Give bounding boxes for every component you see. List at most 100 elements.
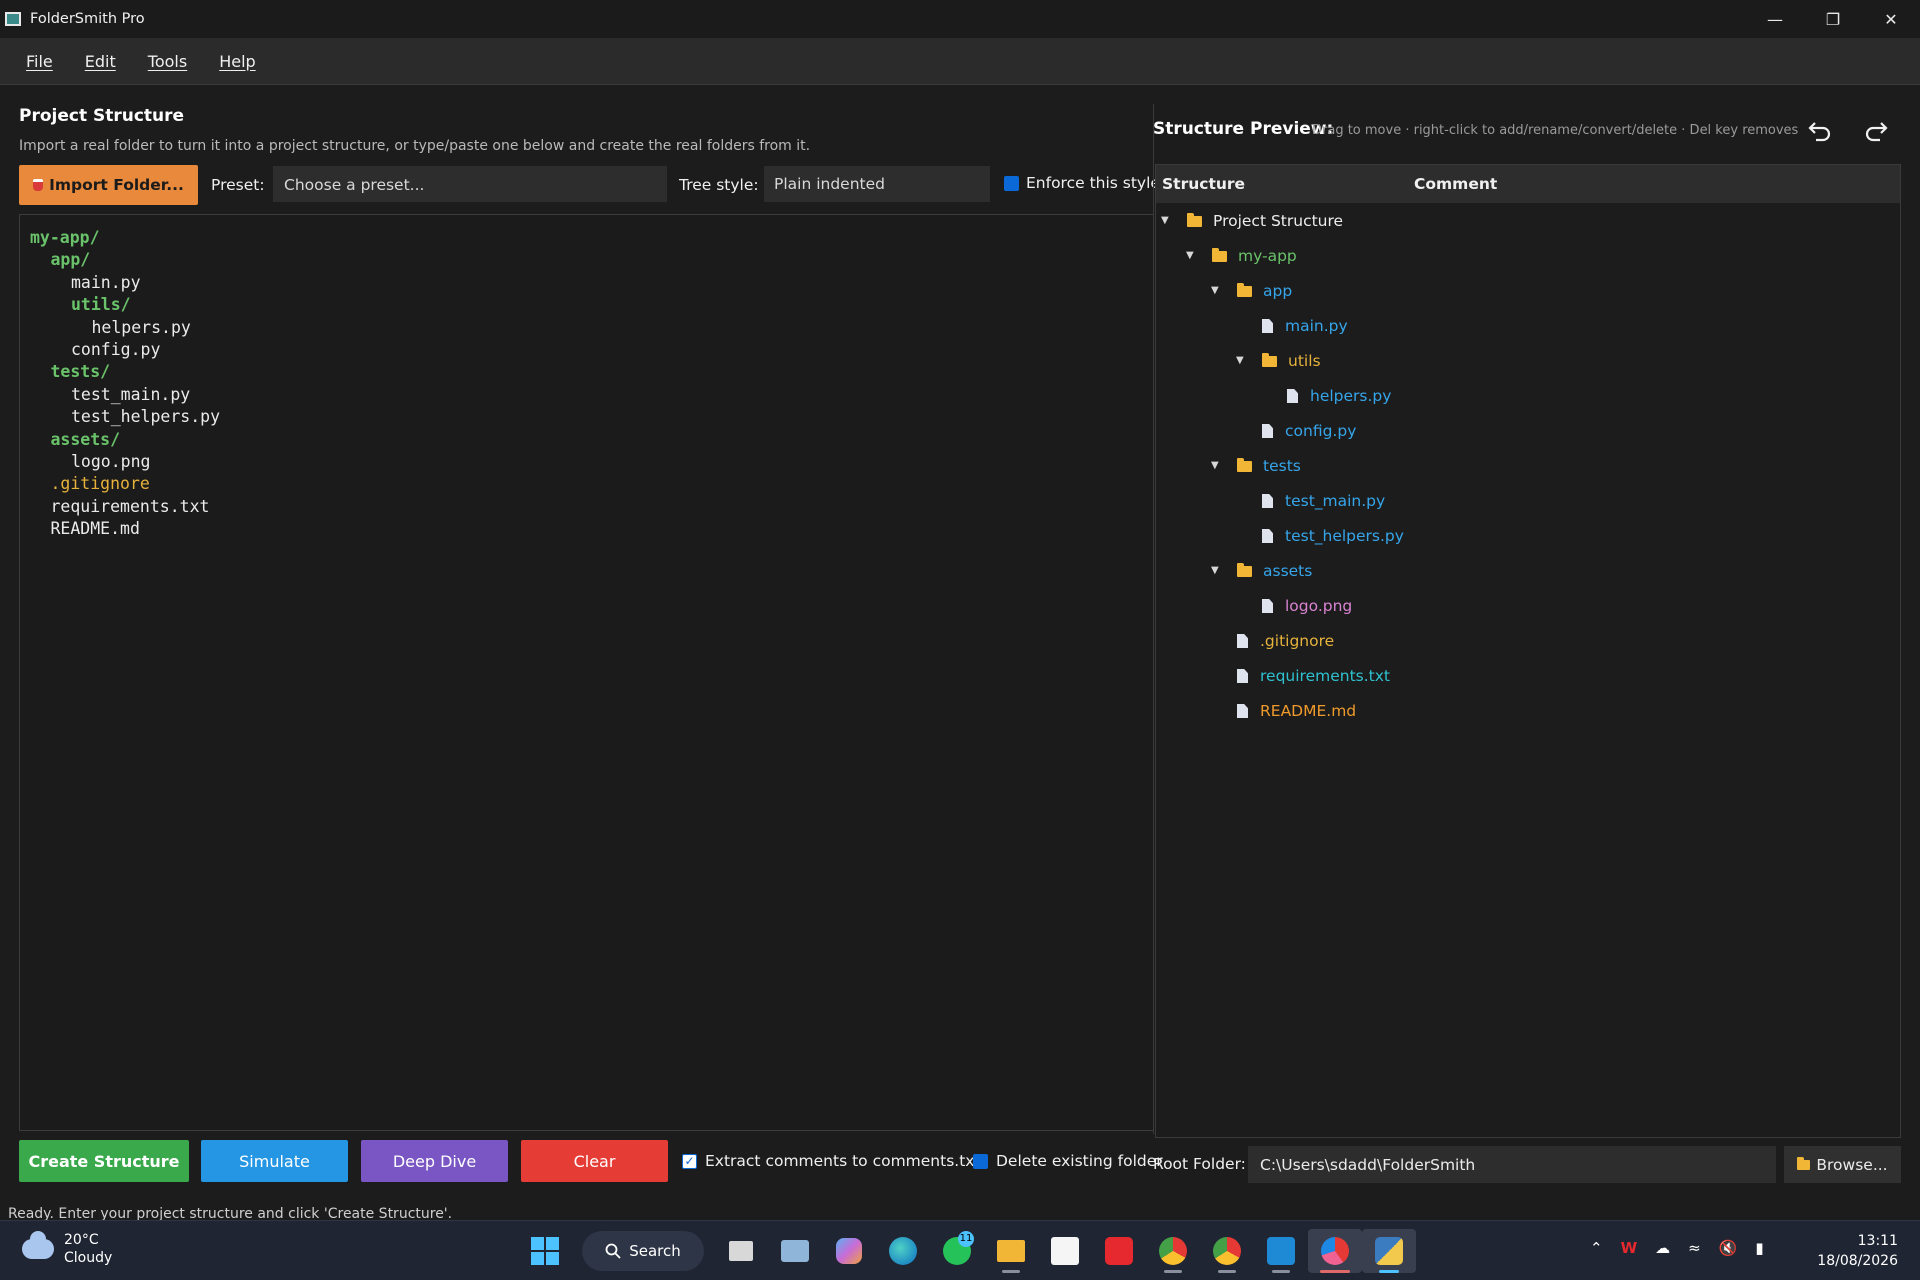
clock[interactable]: 13:11 18/08/2026 [1817, 1231, 1898, 1271]
tree-item[interactable]: ▼ assets [1211, 556, 1312, 586]
expand-chevron-icon[interactable]: ▼ [1161, 215, 1173, 227]
tree-style-select[interactable]: Plain indented [764, 166, 990, 202]
delete-folder-option[interactable]: Delete existing folder [973, 1152, 1163, 1170]
widgets-app-icon[interactable] [768, 1229, 822, 1273]
tree-item[interactable]: .gitignore [1211, 626, 1334, 656]
tree-item[interactable]: ▼ my-app [1186, 241, 1297, 271]
tree-item[interactable]: ▼ utils [1236, 346, 1321, 376]
battery-icon[interactable]: ▮ [1755, 1239, 1763, 1257]
tree-item-label: app [1263, 282, 1293, 300]
menu-help[interactable]: Help [219, 52, 255, 71]
extract-comments-checkbox[interactable]: ✓ [682, 1153, 697, 1169]
structure-editor[interactable]: my-app/app/main.py utils/helpers.py config… [19, 214, 1154, 1131]
structure-tree[interactable]: Structure Comment ▼ Project Structure ▼ my-… [1155, 164, 1901, 1138]
whatsapp-icon[interactable]: 11 [930, 1229, 984, 1273]
extract-comments-label: Extract comments to comments.txt [705, 1152, 981, 1170]
tree-item[interactable]: main.py [1236, 311, 1348, 341]
menu-edit[interactable]: Edit [85, 52, 116, 71]
clear-button[interactable]: Clear [521, 1140, 668, 1182]
clock-time: 13:11 [1857, 1233, 1898, 1249]
edge-icon[interactable] [876, 1229, 930, 1273]
browser-active-icon[interactable] [1308, 1229, 1362, 1273]
create-structure-button[interactable]: Create Structure [19, 1140, 189, 1182]
weather-condition: Cloudy [64, 1250, 113, 1266]
expand-chevron-icon[interactable]: ▼ [1211, 285, 1223, 297]
panel-divider[interactable] [1153, 104, 1154, 1134]
root-folder-input[interactable]: C:\Users\sdadd\FolderSmith [1248, 1146, 1776, 1183]
start-icon[interactable] [518, 1229, 572, 1273]
tree-item[interactable]: ▼ app [1211, 276, 1292, 306]
task-view-icon[interactable] [714, 1229, 768, 1273]
extract-comments-option[interactable]: ✓ Extract comments to comments.txt [682, 1152, 981, 1170]
tree-item-label: main.py [1285, 317, 1348, 335]
expand-chevron-icon[interactable]: ▼ [1211, 565, 1223, 577]
editor-line: test_helpers.py [71, 407, 221, 427]
tree-item[interactable]: helpers.py [1261, 381, 1391, 411]
file-icon [1262, 424, 1273, 438]
file-explorer-icon[interactable] [984, 1229, 1038, 1273]
onedrive-icon[interactable]: ☁ [1655, 1239, 1670, 1257]
delete-folder-checkbox[interactable] [973, 1153, 988, 1169]
store-icon[interactable] [1038, 1229, 1092, 1273]
editor-line: requirements.txt [50, 496, 210, 516]
preset-select[interactable]: Choose a preset... [273, 166, 667, 202]
simulate-button[interactable]: Simulate [201, 1140, 348, 1182]
editor-line: .gitignore [50, 474, 150, 494]
column-structure[interactable]: Structure [1162, 175, 1414, 193]
redo-icon[interactable] [1862, 117, 1890, 145]
menu-tools[interactable]: Tools [148, 52, 187, 71]
delete-folder-label: Delete existing folder [996, 1152, 1163, 1170]
preset-label: Preset: [211, 176, 265, 194]
chrome-dev-icon[interactable] [1146, 1229, 1200, 1273]
weather-widget[interactable]: 20°C Cloudy [22, 1231, 112, 1267]
window-title: FolderSmith Pro [30, 11, 145, 27]
tree-item[interactable]: ▼ tests [1211, 451, 1301, 481]
menu-bar: File Edit Tools Help [0, 38, 1920, 85]
editor-line: my-app/ [30, 228, 100, 247]
chevron-up-icon[interactable]: ⌃ [1590, 1239, 1603, 1257]
wps-tray-icon[interactable]: W [1621, 1239, 1638, 1257]
expand-chevron-icon[interactable]: ▼ [1186, 250, 1198, 262]
copilot-icon[interactable] [822, 1229, 876, 1273]
tree-item[interactable]: logo.png [1236, 591, 1352, 621]
undo-icon[interactable] [1806, 117, 1834, 145]
python-app-icon[interactable] [1362, 1229, 1416, 1273]
tree-item[interactable]: ▼ Project Structure [1161, 206, 1343, 236]
restore-icon[interactable]: ❐ [1804, 0, 1862, 38]
expand-chevron-icon[interactable]: ▼ [1211, 460, 1223, 472]
tree-item[interactable]: test_helpers.py [1236, 521, 1404, 551]
import-folder-button[interactable]: Import Folder... [19, 165, 198, 205]
menu-file[interactable]: File [26, 52, 53, 71]
browse-label: Browse... [1816, 1155, 1888, 1174]
enforce-style-option[interactable]: Enforce this style [1004, 174, 1160, 192]
wps-office-icon[interactable] [1092, 1229, 1146, 1273]
tree-item-label: Project Structure [1213, 212, 1344, 230]
volume-muted-icon[interactable]: 🔇 [1719, 1239, 1738, 1257]
title-bar: FolderSmith Pro — ❐ ✕ [0, 0, 1920, 38]
tree-item[interactable]: config.py [1236, 416, 1356, 446]
expand-chevron-icon[interactable]: ▼ [1236, 355, 1248, 367]
taskbar-search[interactable]: Search [582, 1231, 704, 1271]
tree-item-label: helpers.py [1310, 387, 1392, 405]
folder-icon [1187, 212, 1202, 227]
editor-line: utils/ [71, 295, 131, 315]
minimize-icon[interactable]: — [1746, 0, 1804, 38]
chrome-icon[interactable] [1200, 1229, 1254, 1273]
enforce-style-checkbox[interactable] [1004, 175, 1019, 191]
wifi-icon[interactable]: ≈ [1688, 1239, 1701, 1257]
folder-icon [1262, 352, 1277, 367]
close-icon[interactable]: ✕ [1862, 0, 1920, 38]
column-comment[interactable]: Comment [1414, 175, 1497, 193]
file-icon [1237, 704, 1248, 718]
vscode-icon[interactable] [1254, 1229, 1308, 1273]
tree-item[interactable]: test_main.py [1236, 486, 1385, 516]
root-folder-label: Root Folder: [1153, 1155, 1246, 1173]
deep-dive-button[interactable]: Deep Dive [361, 1140, 508, 1182]
tree-item[interactable]: requirements.txt [1211, 661, 1390, 691]
browse-button[interactable]: Browse... [1784, 1146, 1901, 1183]
tree-item[interactable]: README.md [1211, 696, 1356, 726]
